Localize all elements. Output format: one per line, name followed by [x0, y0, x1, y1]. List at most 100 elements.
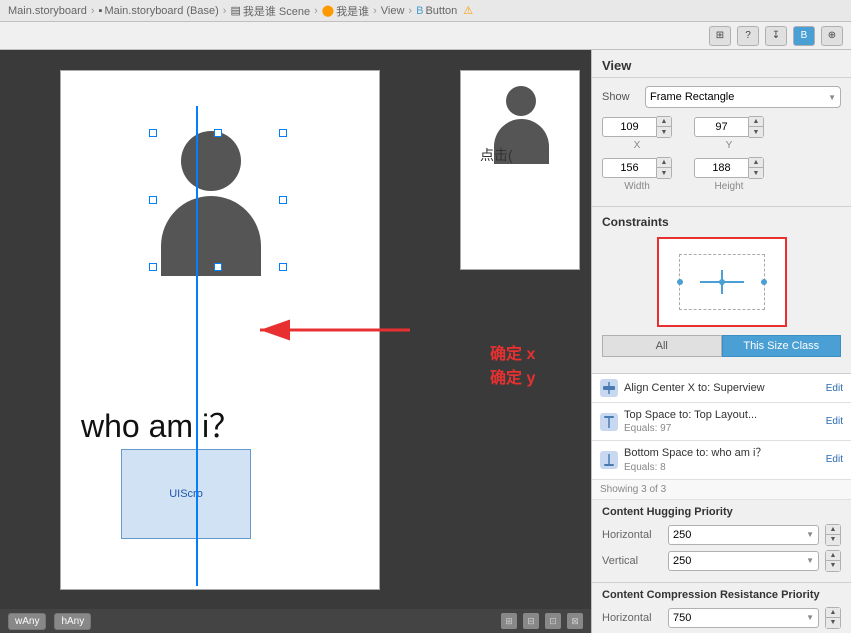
hugging-h-stepper: ▲ ▼ [825, 524, 841, 546]
compression-h-stepper: ▲ ▼ [825, 607, 841, 629]
tab-all[interactable]: All [602, 335, 722, 357]
y-input-group: ▲ ▼ [694, 116, 764, 138]
hugging-h-dropdown[interactable]: 250 ▼ [668, 525, 819, 545]
size-class-w-btn[interactable]: wAny [8, 613, 46, 630]
handle-br [279, 263, 287, 271]
constraint-item-3: Bottom Space to: who am i？ Equals: 8 Edi… [592, 441, 851, 479]
breadcrumb-item-5[interactable]: View [381, 5, 405, 17]
height-stepper: ▲ ▼ [749, 157, 764, 179]
person-body-1 [161, 196, 261, 276]
breadcrumb-item-1[interactable]: Main.storyboard [8, 5, 87, 17]
toolbar-btn-3[interactable]: ↧ [765, 26, 787, 46]
toolbar-btn-2[interactable]: ? [737, 26, 759, 46]
constraint-items-list: Align Center X to: Superview Edit Top Sp… [592, 374, 851, 480]
compression-h-up[interactable]: ▲ [826, 608, 840, 618]
compression-h-down[interactable]: ▼ [826, 618, 840, 628]
tab-size-class[interactable]: This Size Class [722, 335, 842, 357]
x-stepper-up[interactable]: ▲ [657, 117, 671, 127]
show-value: Frame Rectangle [650, 91, 734, 103]
hugging-v-down[interactable]: ▼ [826, 561, 840, 571]
y-stepper-up[interactable]: ▲ [749, 117, 763, 127]
canvas-area[interactable]: 我是谁 Scene who am i？ [0, 50, 591, 633]
toolbar-btn-5[interactable]: ⊕ [821, 26, 843, 46]
person-icon-1 [151, 131, 271, 261]
hugging-vertical-row: Vertical 250 ▼ ▲ ▼ [602, 550, 841, 572]
width-stepper-down[interactable]: ▼ [657, 168, 671, 178]
height-stepper-up[interactable]: ▲ [749, 158, 763, 168]
width-stepper-up[interactable]: ▲ [657, 158, 671, 168]
align-center-icon [600, 379, 618, 397]
hugging-v-dropdown[interactable]: 250 ▼ [668, 551, 819, 571]
constraint-center-dot [719, 279, 725, 285]
constraint-edit-3[interactable]: Edit [826, 454, 843, 465]
hugging-h-down[interactable]: ▼ [826, 535, 840, 545]
top-space-icon [600, 413, 618, 431]
compression-title: Content Compression Resistance Priority [602, 589, 841, 601]
xy-row: ▲ ▼ X ▲ ▼ Y [602, 116, 841, 151]
hugging-h-value: 250 [673, 529, 691, 541]
wh-row: ▲ ▼ Width ▲ ▼ Height [602, 157, 841, 192]
show-label: Show [602, 91, 637, 103]
constraint-edit-1[interactable]: Edit [826, 383, 843, 394]
breadcrumb-item-3[interactable]: 我是谁 Scene [243, 3, 310, 19]
handle-bc [214, 263, 222, 271]
compression-horizontal-row: Horizontal 750 ▼ ▲ ▼ [602, 607, 841, 629]
show-dropdown[interactable]: Frame Rectangle ▼ [645, 86, 841, 108]
constraints-section: Constraints All This Size Class [592, 207, 851, 374]
size-class-h-btn[interactable]: hAny [54, 613, 91, 630]
constraint-text-3: Bottom Space to: who am i？ Equals: 8 [624, 446, 820, 473]
toolbar-btn-1[interactable]: ⊞ [709, 26, 731, 46]
content-hugging-section: Content Hugging Priority Horizontal 250 … [592, 500, 851, 583]
bottom-space-icon [600, 451, 618, 469]
constraint-text-1: Align Center X to: Superview [624, 381, 820, 395]
width-input[interactable] [602, 158, 657, 178]
width-stepper: ▲ ▼ [657, 157, 672, 179]
hugging-v-up[interactable]: ▲ [826, 551, 840, 561]
right-panel: View Show Frame Rectangle ▼ ▲ ▼ [591, 50, 851, 633]
bottom-icon-1[interactable]: ⊞ [501, 613, 517, 629]
hugging-v-value: 250 [673, 555, 691, 567]
bottom-icon-3[interactable]: ⊡ [545, 613, 561, 629]
width-field: ▲ ▼ Width [602, 157, 672, 192]
y-stepper-down[interactable]: ▼ [749, 127, 763, 137]
hugging-h-arrow: ▼ [806, 530, 814, 539]
constraints-title: Constraints [602, 215, 841, 229]
uiscroll-view: UIScro [121, 449, 251, 539]
y-label: Y [726, 140, 733, 151]
selection-line [196, 106, 198, 586]
constraint-text-2: Top Space to: Top Layout... Equals: 97 [624, 408, 820, 435]
height-input[interactable] [694, 158, 749, 178]
constraint-item-2: Top Space to: Top Layout... Equals: 97 E… [592, 403, 851, 441]
handle-bl [149, 263, 157, 271]
handle-tr [279, 129, 287, 137]
constraints-visual [657, 237, 787, 327]
breadcrumb-item-4[interactable]: 我是谁 [336, 3, 369, 19]
bottom-icon-2[interactable]: ⊟ [523, 613, 539, 629]
bottom-icon-4[interactable]: ⊠ [567, 613, 583, 629]
y-stepper: ▲ ▼ [749, 116, 764, 138]
handle-tl [149, 129, 157, 137]
y-input[interactable] [694, 117, 749, 137]
constraint-left-dot [677, 279, 683, 285]
breadcrumb-item-6[interactable]: Button [425, 5, 457, 17]
x-input[interactable] [602, 117, 657, 137]
height-stepper-down[interactable]: ▼ [749, 168, 763, 178]
compression-h-arrow: ▼ [806, 613, 814, 622]
x-stepper-down[interactable]: ▼ [657, 127, 671, 137]
constraint-inner-box [679, 254, 765, 310]
compression-h-dropdown[interactable]: 750 ▼ [668, 608, 819, 628]
toolbar-btn-4[interactable]: B [793, 26, 815, 46]
handle-mr [279, 196, 287, 204]
constraint-right-dot [761, 279, 767, 285]
person-head-2 [506, 86, 536, 116]
y-field: ▲ ▼ Y [694, 116, 764, 151]
toolbar: ⊞ ? ↧ B ⊕ [0, 22, 851, 50]
show-row: Show Frame Rectangle ▼ [602, 86, 841, 108]
hugging-v-arrow: ▼ [806, 556, 814, 565]
breadcrumb-icon-6: B [416, 5, 423, 17]
bottom-bar: wAny hAny ⊞ ⊟ ⊡ ⊠ [0, 609, 591, 633]
constraint-edit-2[interactable]: Edit [826, 416, 843, 427]
breadcrumb-item-2[interactable]: Main.storyboard (Base) [104, 5, 218, 17]
hugging-h-up[interactable]: ▲ [826, 525, 840, 535]
showing-text: Showing 3 of 3 [592, 480, 851, 500]
